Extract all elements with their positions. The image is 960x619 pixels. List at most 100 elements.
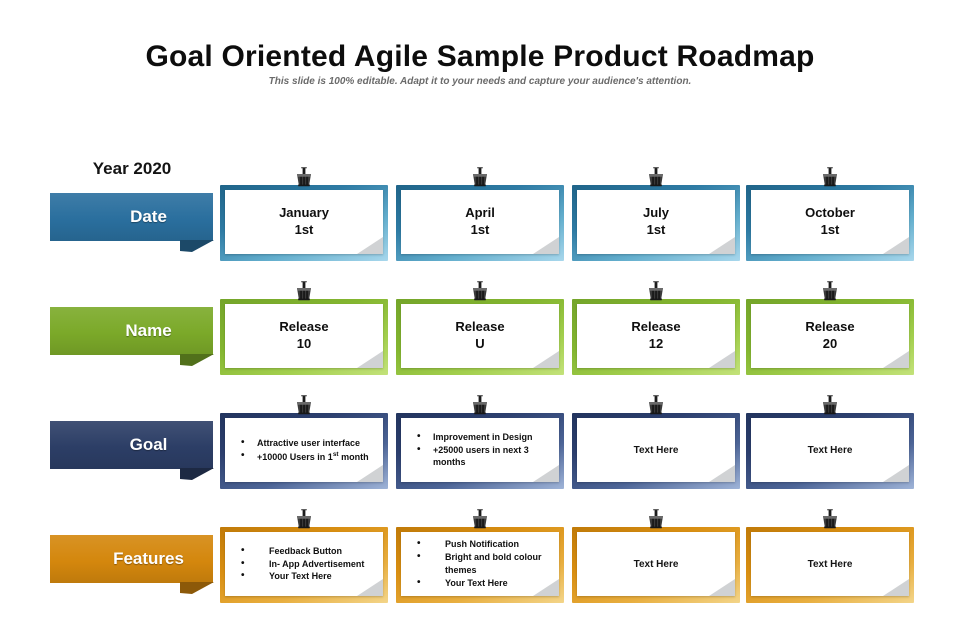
roadmap-row-date: Date January 1st April 1st July 1st October 1st — [0, 167, 960, 271]
card-page: Text Here — [751, 418, 909, 482]
card-bullet-item: Bright and bold colour themes — [411, 550, 551, 577]
binder-clip-icon — [295, 280, 313, 301]
binder-clip-icon — [647, 166, 665, 187]
card-placeholder-text: Text Here — [807, 558, 853, 570]
ribbon-label: Goal — [129, 435, 168, 454]
card-text-line2: 1st — [646, 222, 666, 237]
card-page: Release U — [401, 304, 559, 368]
binder-clip-icon — [821, 394, 839, 415]
roadmap-card[interactable]: Release 12 — [572, 281, 740, 375]
card-text-line2: 1st — [294, 222, 314, 237]
card-text-line1: Release — [455, 318, 505, 334]
card-bullet-list: Improvement in Design+25000 users in nex… — [401, 430, 559, 470]
category-ribbon-name[interactable]: Name — [50, 307, 214, 366]
card-text-line1: October — [805, 204, 855, 220]
category-ribbon-date[interactable]: Date — [50, 193, 214, 252]
card-bullet-list: Feedback ButtonIn- App AdvertisementYour… — [225, 544, 383, 583]
roadmap-card[interactable]: Push NotificationBright and bold colour … — [396, 509, 564, 603]
card-page: Attractive user interface+10000 Users in… — [225, 418, 383, 482]
ribbon-label: Features — [113, 549, 184, 568]
binder-clip-icon — [471, 508, 489, 529]
year-label: Year 2020 — [92, 159, 172, 178]
roadmap-card[interactable]: Release 20 — [746, 281, 914, 375]
card-text-line2: 1st — [470, 222, 490, 237]
category-ribbon-features[interactable]: Features — [50, 535, 214, 594]
card-text: Release 20 — [805, 318, 854, 354]
card-page: Text Here — [577, 418, 735, 482]
binder-clip-icon — [647, 508, 665, 529]
card-bullet-item: Feedback Button — [235, 544, 375, 558]
slide-subtitle: This slide is 100% editable. Adapt it to… — [268, 76, 692, 87]
card-text: Release 10 — [279, 318, 328, 354]
card-page: Push NotificationBright and bold colour … — [401, 532, 559, 596]
card-text-line1: Release — [631, 318, 681, 334]
roadmap-card[interactable]: April 1st — [396, 167, 564, 261]
roadmap-row-name: Name Release 10 Release U Release 12 Release 20 — [0, 281, 960, 385]
card-placeholder-text: Text Here — [633, 444, 679, 456]
card-text: October 1st — [805, 204, 855, 240]
binder-clip-icon — [647, 394, 665, 415]
card-page: Text Here — [751, 532, 909, 596]
roadmap-row-features: Features Feedback ButtonIn- App Advertise… — [0, 509, 960, 613]
ribbon-label: Date — [130, 207, 167, 226]
binder-clip-icon — [821, 166, 839, 187]
card-bullet-item: +25000 users in next 3 months — [411, 443, 551, 470]
ribbon-fold — [180, 239, 214, 252]
binder-clip-icon — [295, 166, 313, 187]
card-text-line2: 10 — [296, 336, 312, 351]
roadmap-card[interactable]: Release 10 — [220, 281, 388, 375]
card-page: January 1st — [225, 190, 383, 254]
roadmap-card[interactable]: Text Here — [746, 395, 914, 489]
binder-clip-icon — [821, 280, 839, 301]
card-bullet-item: Your Text Here — [235, 569, 375, 583]
binder-clip-icon — [295, 394, 313, 415]
ribbon-fold — [180, 353, 214, 366]
card-page: Text Here — [577, 532, 735, 596]
category-ribbon-goal[interactable]: Goal — [50, 421, 214, 480]
card-bullet-item: Improvement in Design — [411, 430, 551, 444]
card-bullet-item: Your Text Here — [411, 576, 551, 590]
card-text: July 1st — [643, 204, 669, 240]
binder-clip-icon — [471, 280, 489, 301]
binder-clip-icon — [821, 508, 839, 529]
card-page: Feedback ButtonIn- App AdvertisementYour… — [225, 532, 383, 596]
card-page: Improvement in Design+25000 users in nex… — [401, 418, 559, 482]
card-text-line2: 20 — [822, 336, 838, 351]
ribbon-fold — [180, 581, 214, 594]
card-text-line2: 1st — [820, 222, 840, 237]
card-page: October 1st — [751, 190, 909, 254]
roadmap-card[interactable]: January 1st — [220, 167, 388, 261]
ribbon-body: Name — [50, 307, 213, 355]
card-text-line2: U — [475, 336, 485, 351]
card-page: Release 12 — [577, 304, 735, 368]
card-text-line1: April — [465, 204, 495, 220]
card-text: Release U — [455, 318, 504, 354]
card-text-line2: 12 — [648, 336, 664, 351]
roadmap-card[interactable]: Text Here — [572, 509, 740, 603]
roadmap-card[interactable]: Text Here — [746, 509, 914, 603]
roadmap-card[interactable]: Text Here — [572, 395, 740, 489]
card-bullet-item: In- App Advertisement — [235, 557, 375, 571]
card-text-line1: Release — [805, 318, 855, 334]
card-text: Release 12 — [631, 318, 680, 354]
ribbon-body: Goal — [50, 421, 213, 469]
binder-clip-icon — [471, 166, 489, 187]
roadmap-card[interactable]: Feedback ButtonIn- App AdvertisementYour… — [220, 509, 388, 603]
roadmap-card[interactable]: Improvement in Design+25000 users in nex… — [396, 395, 564, 489]
binder-clip-icon — [647, 280, 665, 301]
card-page: April 1st — [401, 190, 559, 254]
ribbon-label: Name — [125, 321, 172, 340]
roadmap-card[interactable]: Release U — [396, 281, 564, 375]
roadmap-card[interactable]: Attractive user interface+10000 Users in… — [220, 395, 388, 489]
card-page: Release 20 — [751, 304, 909, 368]
card-placeholder-text: Text Here — [633, 558, 679, 570]
roadmap-card[interactable]: July 1st — [572, 167, 740, 261]
card-page: July 1st — [577, 190, 735, 254]
ribbon-body: Features — [50, 535, 213, 583]
card-text: April 1st — [465, 204, 495, 240]
ribbon-body: Date — [50, 193, 213, 241]
card-text: January 1st — [279, 204, 329, 240]
card-page: Release 10 — [225, 304, 383, 368]
roadmap-card[interactable]: October 1st — [746, 167, 914, 261]
slide-title: Goal Oriented Agile Sample Product Roadm… — [145, 40, 815, 73]
